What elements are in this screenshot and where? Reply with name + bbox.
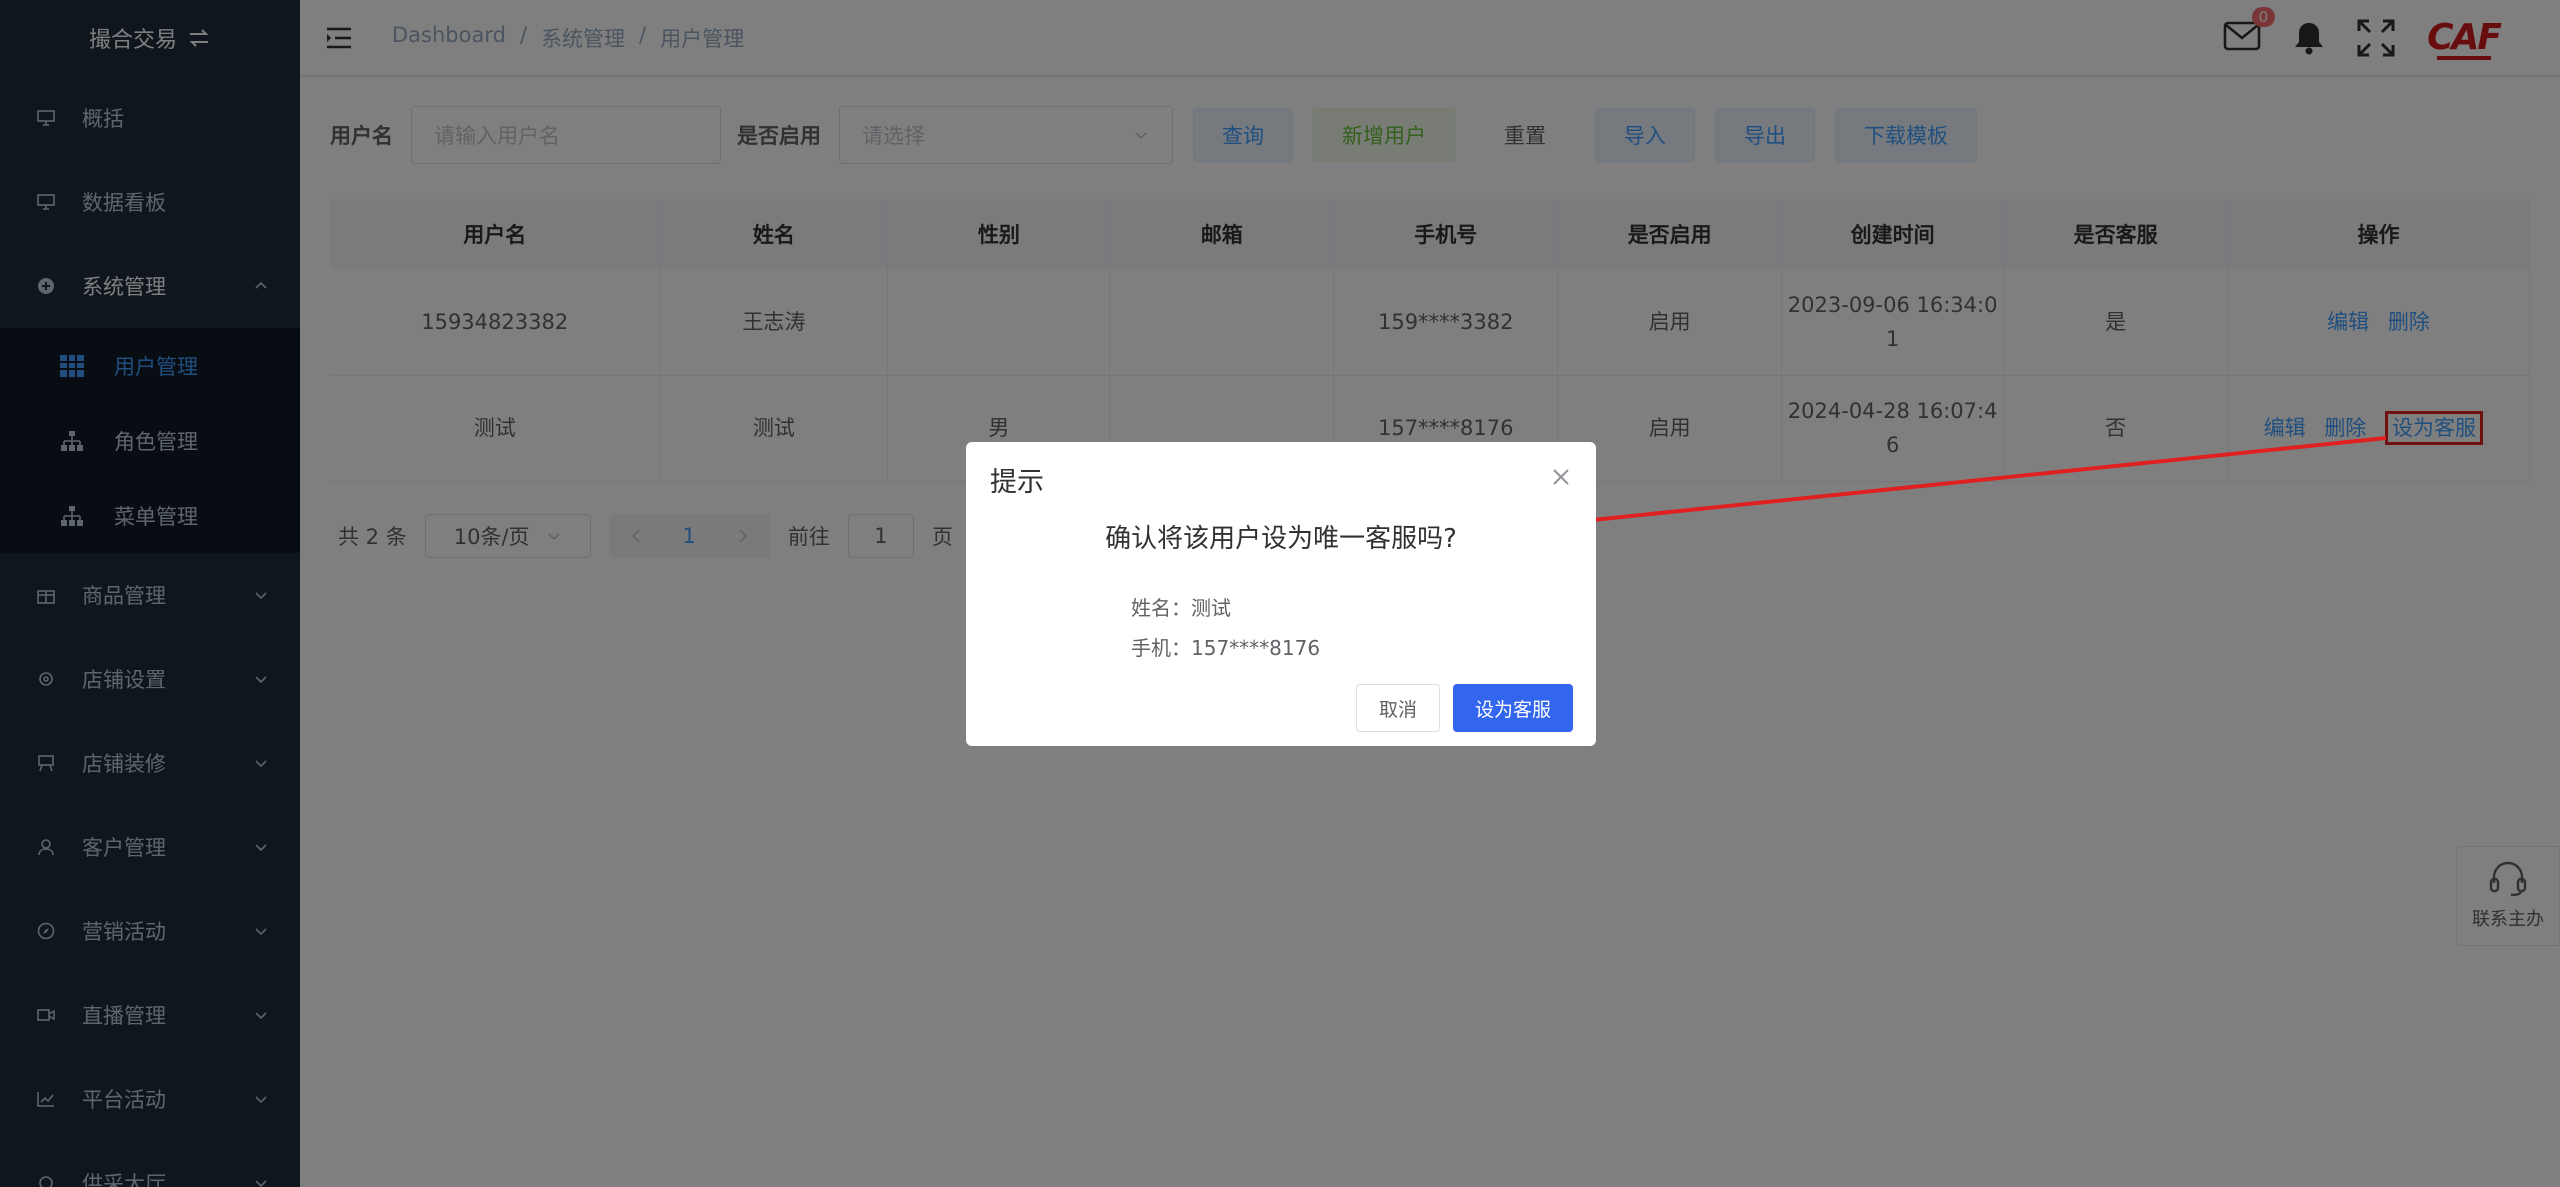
dialog-phone-line: 手机：157****8176 <box>1131 636 1321 660</box>
dialog-title: 提示 <box>990 467 1044 498</box>
confirm-dialog: 提示 确认将该用户设为唯一客服吗? 姓名：测试 手机：157****8176 取… <box>966 442 1596 746</box>
cancel-button[interactable]: 取消 <box>1356 684 1440 732</box>
dialog-message: 确认将该用户设为唯一客服吗? <box>1105 524 1457 554</box>
close-icon[interactable] <box>1552 468 1570 486</box>
set-customer-service-button[interactable]: 设为客服 <box>1453 684 1573 732</box>
dialog-name-line: 姓名：测试 <box>1131 596 1231 620</box>
